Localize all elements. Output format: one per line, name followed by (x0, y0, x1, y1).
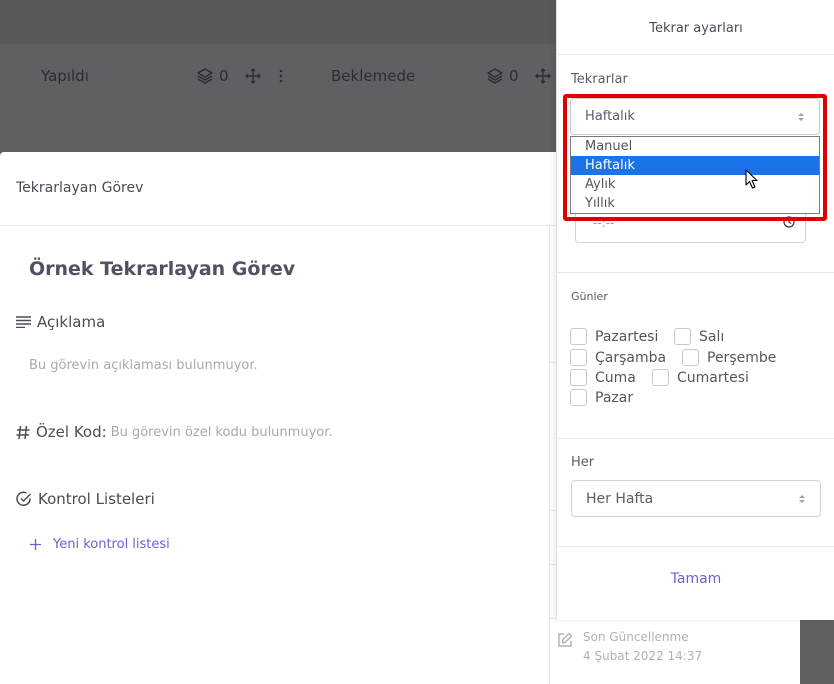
time-input[interactable]: --:-- (575, 211, 806, 243)
repeats-option-monthly[interactable]: Aylık (571, 175, 819, 194)
column-count: 0 (509, 67, 519, 85)
move-icon[interactable] (534, 68, 551, 84)
divider (557, 438, 834, 439)
divider (557, 54, 834, 55)
description-section: Açıklama (16, 313, 105, 331)
new-checklist-button[interactable]: Yeni kontrol listesi (30, 537, 170, 552)
day-checkbox-monday[interactable]: Pazartesi (570, 328, 658, 345)
every-select-value: Her Hafta (586, 490, 654, 507)
modal-title: Tekrarlayan Görev (16, 180, 144, 196)
divider (557, 546, 834, 547)
more-vertical-icon[interactable] (273, 68, 289, 84)
day-checkbox-saturday[interactable]: Cumartesi (652, 369, 749, 386)
checkbox[interactable] (674, 328, 691, 345)
select-arrows-icon (798, 112, 804, 121)
column-name: Yapıldı (41, 67, 89, 85)
last-updated: Son Güncellenme 4 Şubat 2022 14:37 (557, 628, 702, 666)
repeats-dropdown-list: Manuel Haftalık Aylık Yıllık (570, 136, 820, 214)
board-column-header: Yapıldı 0 (0, 62, 300, 90)
select-arrows-icon (799, 494, 805, 503)
custom-code-label: Özel Kod: (36, 423, 107, 441)
repeats-select[interactable]: Haftalık (570, 98, 820, 135)
day-label: Cumartesi (677, 369, 749, 386)
custom-code-section: Özel Kod: Bu görevin özel kodu bulunmuyo… (16, 423, 333, 441)
day-checkbox-sunday[interactable]: Pazar (570, 389, 633, 406)
checklists-section: Kontrol Listeleri (16, 490, 155, 508)
new-checklist-label: Yeni kontrol listesi (53, 537, 170, 552)
day-checkbox-thursday[interactable]: Perşembe (682, 349, 776, 366)
checklists-label: Kontrol Listeleri (38, 490, 155, 508)
repeat-settings-panel: Tekrar ayarları Tekrarlar Günler Her Her… (556, 0, 834, 620)
divider (557, 272, 834, 273)
panel-title: Tekrar ayarları (649, 21, 743, 36)
move-icon[interactable] (244, 68, 261, 84)
check-circle-icon (16, 491, 32, 506)
checkbox[interactable] (570, 349, 587, 366)
description-label: Açıklama (37, 313, 106, 331)
day-label: Pazar (595, 389, 634, 406)
text-align-icon (16, 316, 31, 328)
day-label: Çarşamba (595, 349, 667, 366)
checkbox[interactable] (682, 349, 699, 366)
ok-button[interactable]: Tamam (557, 571, 834, 587)
repeats-label: Tekrarlar (571, 72, 628, 87)
day-checkbox-wednesday[interactable]: Çarşamba (570, 349, 666, 366)
clock-icon[interactable] (783, 216, 795, 228)
every-select[interactable]: Her Hafta (571, 480, 821, 517)
last-updated-value: 4 Şubat 2022 14:37 (583, 649, 703, 663)
task-title[interactable]: Örnek Tekrarlayan Görev (29, 258, 295, 280)
last-updated-label: Son Güncellenme (583, 630, 689, 644)
day-label: Pazartesi (595, 328, 659, 345)
mouse-cursor-icon (745, 169, 758, 189)
days-label: Günler (571, 290, 608, 303)
checkbox[interactable] (570, 369, 587, 386)
edit-icon (558, 632, 573, 647)
every-label: Her (571, 455, 595, 470)
day-label: Perşembe (707, 349, 777, 366)
custom-code-empty-text[interactable]: Bu görevin özel kodu bulunmuyor. (111, 425, 333, 440)
layers-icon (197, 68, 213, 84)
description-empty-text[interactable]: Bu görevin açıklaması bulunmuyor. (29, 358, 258, 373)
plus-icon (30, 539, 41, 550)
repeats-option-yearly[interactable]: Yıllık (571, 194, 819, 213)
time-input-value: --:-- (593, 216, 615, 230)
column-name: Beklemede (331, 67, 416, 85)
checkbox[interactable] (652, 369, 669, 386)
checkbox[interactable] (570, 389, 587, 406)
hash-icon (16, 425, 30, 439)
repeats-option-weekly[interactable]: Haftalık (571, 156, 819, 175)
repeats-option-manual[interactable]: Manuel (571, 137, 819, 156)
repeats-select-value: Haftalık (585, 109, 635, 124)
board-column-header: Beklemede 0 (300, 62, 560, 90)
day-label: Cuma (595, 369, 636, 386)
day-checkbox-tuesday[interactable]: Salı (674, 328, 724, 345)
layers-icon (487, 68, 503, 84)
day-checkbox-friday[interactable]: Cuma (570, 369, 636, 386)
checkbox[interactable] (570, 328, 587, 345)
column-meta: 0 (197, 67, 289, 85)
day-label: Salı (699, 328, 725, 345)
column-meta: 0 (487, 67, 551, 85)
column-count: 0 (219, 67, 229, 85)
